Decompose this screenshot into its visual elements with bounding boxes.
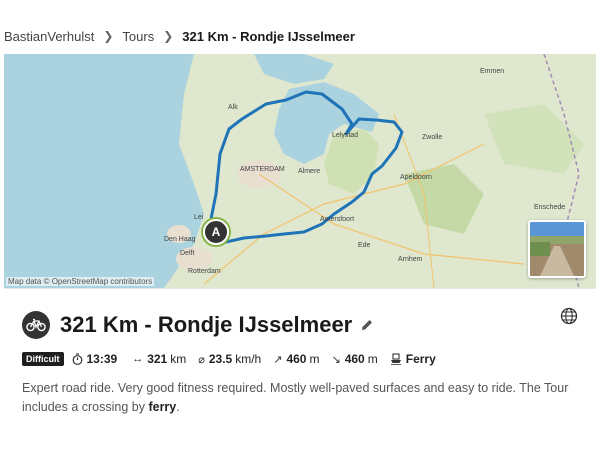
distance-value: 321 [147,352,168,366]
map-label-amsterdam: AMSTERDAM [240,166,285,173]
stat-duration: 13:39 [72,352,121,366]
distance-arrows-icon: ↔ [132,353,144,365]
breadcrumb-current: 321 Km - Rondje IJsselmeer [182,28,355,44]
map-label-alkmaar: Alk [228,104,238,111]
tour-stats: Difficult 13:39 ↔ 321 km ⌀ 23.5 km/h ↗ 4… [22,352,451,366]
map-label-emmen: Emmen [480,68,505,75]
road-bike-icon [22,311,50,339]
breadcrumb-tours-link[interactable]: Tours [122,29,154,44]
start-marker[interactable]: A [203,219,229,245]
stat-speed: ⌀ 23.5 km/h [198,352,261,366]
chevron-right-icon: ❯ [163,29,174,43]
map-label-zwolle: Zwolle [422,134,443,141]
description-end: . [176,400,180,414]
speed-unit: km/h [235,352,262,366]
route-map[interactable]: Emmen Alk Lelystad Zwolle AMSTERDAM Alme… [4,54,596,288]
transport-value: Ferry [405,352,436,366]
distance-unit: km [170,352,187,366]
map-label-amersfoort: Amersfoort [320,216,355,223]
breadcrumb-user-link[interactable]: BastianVerhulst [4,29,94,44]
tour-description: Expert road ride. Very good fitness requ… [22,379,582,417]
pencil-icon[interactable] [360,318,374,332]
map-attribution: Map data © OpenStreetMap contributors [6,277,155,286]
map-label-arnhem: Arnhem [398,256,423,263]
map-label-lelystad: Lelystad [332,132,359,139]
downhill-arrow-icon: ↘ [331,353,341,366]
map-label-den-haag: Den Haag [164,236,196,243]
map-label-ede: Ede [358,242,371,249]
description-ferry: ferry [148,400,177,414]
stat-ascent: ↗ 460 m [273,352,319,366]
descent-value: 460 [344,352,365,366]
stat-distance: ↔ 321 km [132,352,186,366]
stat-descent: ↘ 460 m [331,352,377,366]
speed-value: 23.5 [208,352,233,366]
map-label-rotterdam: Rotterdam [188,268,221,275]
duration-value: 13:39 [86,352,118,366]
tour-photo-thumbnail[interactable] [528,220,586,278]
map-label-enschede: Enschede [534,204,566,211]
stat-transport: Ferry [390,352,439,366]
average-speed-icon: ⌀ [198,353,205,366]
globe-icon[interactable] [560,307,578,330]
ascent-unit: m [309,352,320,366]
chevron-right-icon: ❯ [103,29,114,43]
uphill-arrow-icon: ↗ [273,353,283,366]
map-label-apeldoorn: Apeldoorn [400,174,432,181]
map-label-delft: Delft [180,250,195,257]
difficulty-badge: Difficult [22,352,64,366]
ferry-icon [390,353,402,365]
breadcrumb: BastianVerhulst ❯ Tours ❯ 321 Km - Rondj… [0,22,600,50]
description-text: Expert road ride. Very good fitness requ… [22,381,569,414]
ascent-value: 460 [286,352,307,366]
map-label-leiden: Lei [194,214,204,221]
tour-title: 321 Km - Rondje IJsselmeer [60,312,353,337]
map-label-almere: Almere [298,168,321,175]
tour-summary-card: 321 Km - Rondje IJsselmeer Difficult 13:… [4,288,596,429]
stopwatch-icon [72,353,83,365]
descent-unit: m [367,352,378,366]
